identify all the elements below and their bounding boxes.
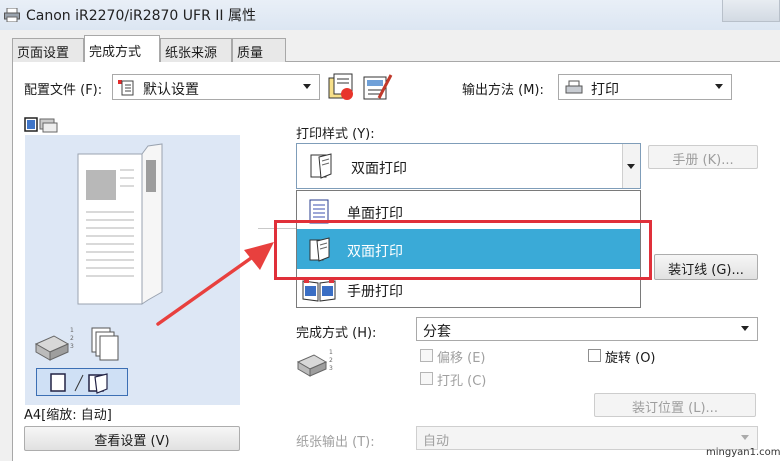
staple-position-button[interactable]: 装订位置 (L)... xyxy=(594,393,756,417)
svg-text:3: 3 xyxy=(329,365,333,372)
tab-label: 页面设置 xyxy=(17,46,70,61)
single-double-sided-icon xyxy=(50,373,108,394)
chevron-down-icon xyxy=(303,84,311,89)
window-title: Canon iR2270/iR2870 UFR II 属性 xyxy=(26,8,256,24)
option-label: 手册打印 xyxy=(347,284,403,300)
binding-line-button-label: 装订线 (G)... xyxy=(668,263,744,278)
duplex-document-icon xyxy=(310,153,332,179)
edit-profile-button[interactable] xyxy=(361,72,393,102)
finishing-value: 分套 xyxy=(423,324,451,340)
chevron-down-icon xyxy=(741,326,749,331)
tab-finishing[interactable]: 完成方式 xyxy=(84,35,160,62)
print-style-value: 双面打印 xyxy=(351,161,407,177)
svg-text:1: 1 xyxy=(329,349,333,356)
tab-label: 质量 xyxy=(237,46,264,61)
tab-page-setup[interactable]: 页面设置 xyxy=(12,38,84,62)
svg-text:1: 1 xyxy=(70,327,74,334)
binding-line-button[interactable]: 装订线 (G)... xyxy=(654,254,758,280)
chevron-down-icon xyxy=(715,84,723,89)
chevron-down-icon xyxy=(741,435,749,440)
print-style-select[interactable]: 双面打印 xyxy=(296,143,641,189)
edit-profile-icon xyxy=(363,74,393,100)
profile-icon xyxy=(118,80,134,96)
add-profile-button[interactable] xyxy=(326,72,356,102)
view-settings-button[interactable]: 查看设置 (V) xyxy=(24,426,240,451)
offset-label: 偏移 (E) xyxy=(437,351,486,366)
watermark-text: mingyan1.com xyxy=(706,447,780,458)
finishing-label: 完成方式 (H): xyxy=(296,326,377,341)
rotate-checkbox[interactable] xyxy=(588,349,601,362)
output-method-value: 打印 xyxy=(591,82,619,98)
print-style-label: 打印样式 (Y): xyxy=(296,127,375,142)
paper-output-value: 自动 xyxy=(423,434,450,449)
highlight-box xyxy=(274,220,652,280)
view-toggle[interactable] xyxy=(24,116,68,134)
offset-checkbox[interactable] xyxy=(420,349,433,362)
profile-value: 默认设置 xyxy=(143,82,199,98)
paper-output-label: 纸张输出 (T): xyxy=(296,435,375,450)
output-method-label: 输出方法 (M): xyxy=(462,83,544,98)
svg-text:2: 2 xyxy=(70,335,74,342)
booklet-button-label: 手册 (K)... xyxy=(672,153,734,168)
tab-paper-source[interactable]: 纸张来源 xyxy=(160,38,232,62)
print-style-dropdown-button[interactable] xyxy=(622,144,640,188)
svg-text:2: 2 xyxy=(329,357,333,364)
collate-stack-icon: 123 xyxy=(34,327,119,361)
tab-label: 完成方式 xyxy=(89,45,142,60)
profile-select[interactable]: 默认设置 xyxy=(112,74,320,100)
staple-position-button-label: 装订位置 (L)... xyxy=(632,401,718,416)
printer-icon xyxy=(4,8,20,22)
close-button[interactable] xyxy=(722,0,780,22)
booklet-icon xyxy=(302,278,336,302)
paper-size-text: A4[缩放: 自动] xyxy=(24,408,112,423)
profile-label: 配置文件 (F): xyxy=(24,83,103,98)
punch-checkbox[interactable] xyxy=(420,372,433,385)
booklet-button[interactable]: 手册 (K)... xyxy=(648,145,758,169)
finishing-select[interactable]: 分套 xyxy=(416,317,758,341)
punch-label: 打孔 (C) xyxy=(437,374,487,389)
svg-text:3: 3 xyxy=(70,343,74,350)
title-bar: Canon iR2270/iR2870 UFR II 属性 xyxy=(0,0,780,30)
add-profile-icon xyxy=(328,73,353,100)
view-settings-label: 查看设置 (V) xyxy=(94,434,170,449)
duplex-mode-toggle[interactable] xyxy=(36,368,128,396)
collate-stack-icon: 123 xyxy=(296,349,333,377)
rotate-label: 旋转 (O) xyxy=(605,351,656,366)
annotation-arrow-icon xyxy=(156,242,274,326)
layout-view-icon xyxy=(24,117,58,133)
chevron-down-icon xyxy=(627,164,635,169)
tab-label: 纸张来源 xyxy=(165,46,218,61)
printer-icon xyxy=(565,80,583,94)
output-method-select[interactable]: 打印 xyxy=(558,74,732,100)
tab-quality[interactable]: 质量 xyxy=(232,38,286,62)
